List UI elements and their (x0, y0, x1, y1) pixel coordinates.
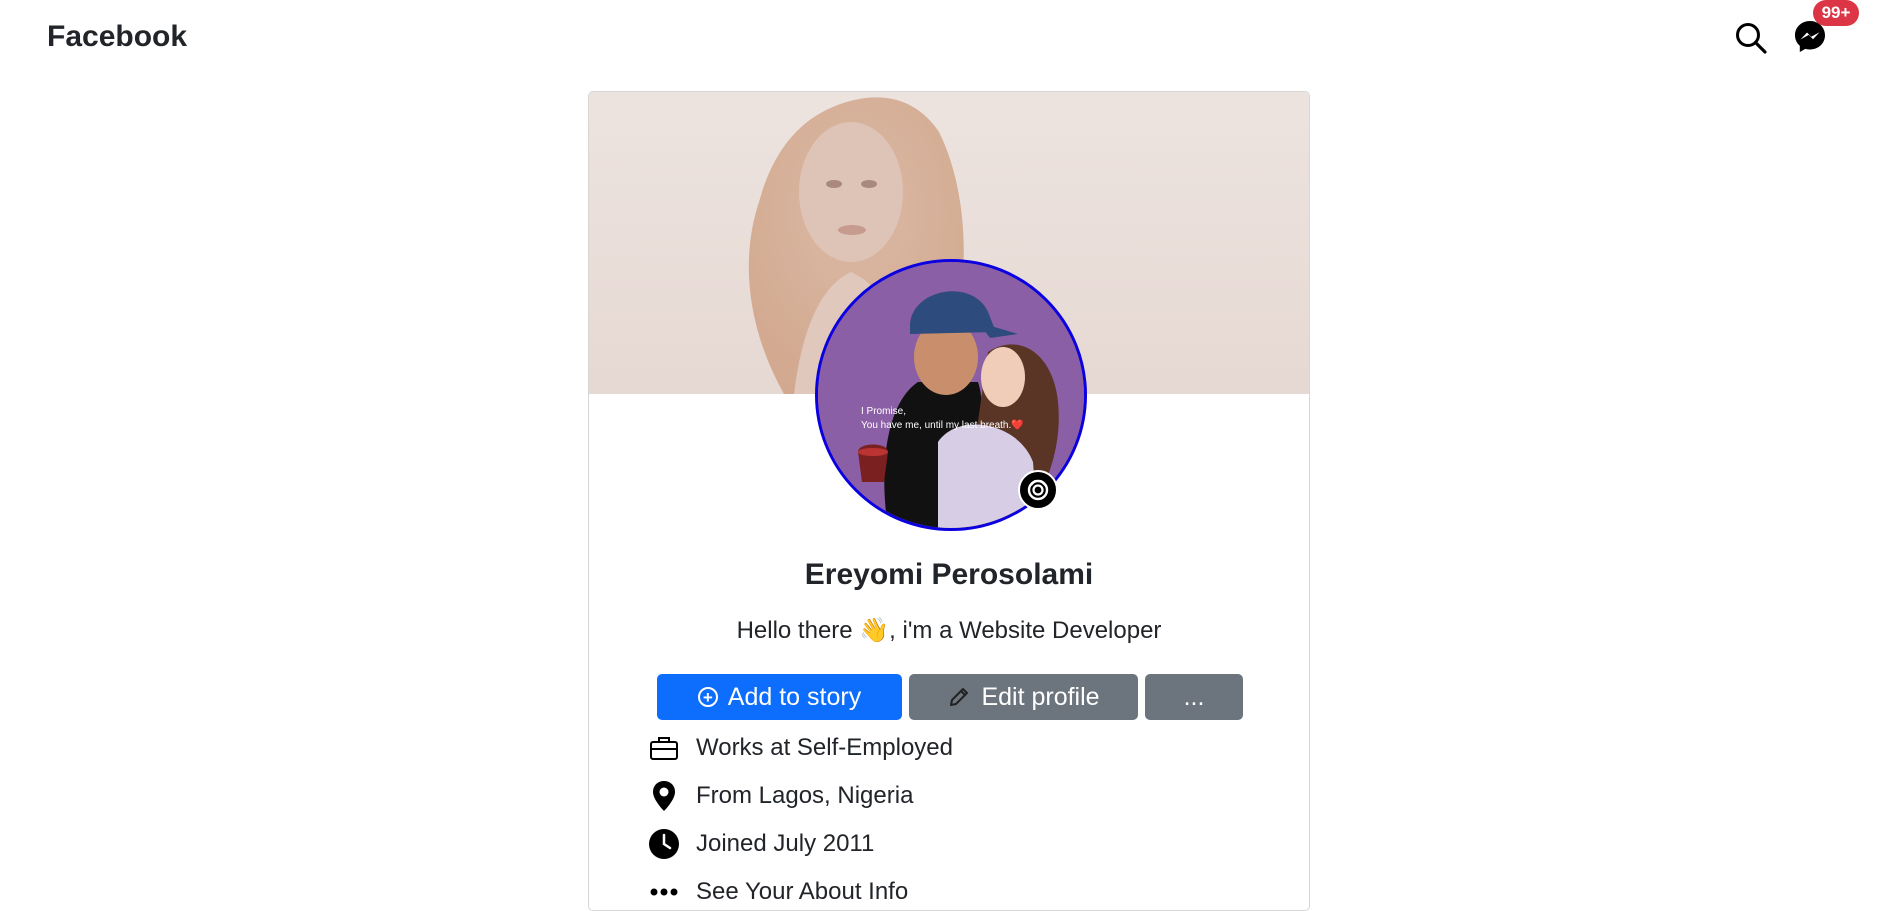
add-to-story-button[interactable]: + Add to story (657, 674, 902, 720)
plus-circle-icon: + (697, 687, 718, 707)
info-joined-text: Joined July 2011 (696, 830, 875, 857)
info-about-text[interactable]: See Your About Info (696, 878, 908, 906)
avatar-caption: I Promise, You have me, until my last br… (861, 405, 1051, 433)
info-work-text: Works at Self-Employed (696, 734, 953, 761)
profile-bio: Hello there 👋, i'm a Website Developer (736, 617, 1162, 644)
info-location: From Lagos, Nigeria (647, 778, 913, 814)
camera-icon (1027, 479, 1049, 501)
more-options-button[interactable]: ... (1145, 674, 1243, 720)
info-joined: Joined July 2011 (647, 826, 874, 862)
profile-card: I Promise, You have me, until my last br… (588, 91, 1310, 911)
search-icon (1736, 23, 1767, 54)
avatar-caption-line2: You have me, until my last breath.❤️ (861, 420, 1024, 431)
brand-logo[interactable]: Facebook (47, 20, 187, 54)
info-location-text: From Lagos, Nigeria (696, 782, 914, 809)
pencil-icon (950, 688, 969, 706)
top-navbar: Facebook 99+ (0, 0, 1886, 76)
edit-profile-label: Edit profile (981, 682, 1100, 711)
search-button[interactable] (1731, 18, 1771, 58)
clock-icon (647, 827, 681, 861)
info-work: Works at Self-Employed (647, 730, 953, 766)
profile-name: Ereyomi Perosolami (804, 558, 1094, 591)
change-photo-button[interactable] (1018, 470, 1058, 510)
info-about-link[interactable]: See Your About Info (647, 874, 908, 910)
notification-badge: 99+ (1813, 0, 1859, 26)
more-dots-icon (647, 875, 681, 909)
location-pin-icon (647, 779, 681, 813)
add-to-story-label: Add to story (727, 682, 862, 711)
edit-profile-button[interactable]: Edit profile (909, 674, 1138, 720)
briefcase-icon (647, 731, 681, 765)
avatar-caption-line1: I Promise, (861, 406, 907, 417)
profile-picture-wrapper: I Promise, You have me, until my last br… (815, 259, 1087, 531)
